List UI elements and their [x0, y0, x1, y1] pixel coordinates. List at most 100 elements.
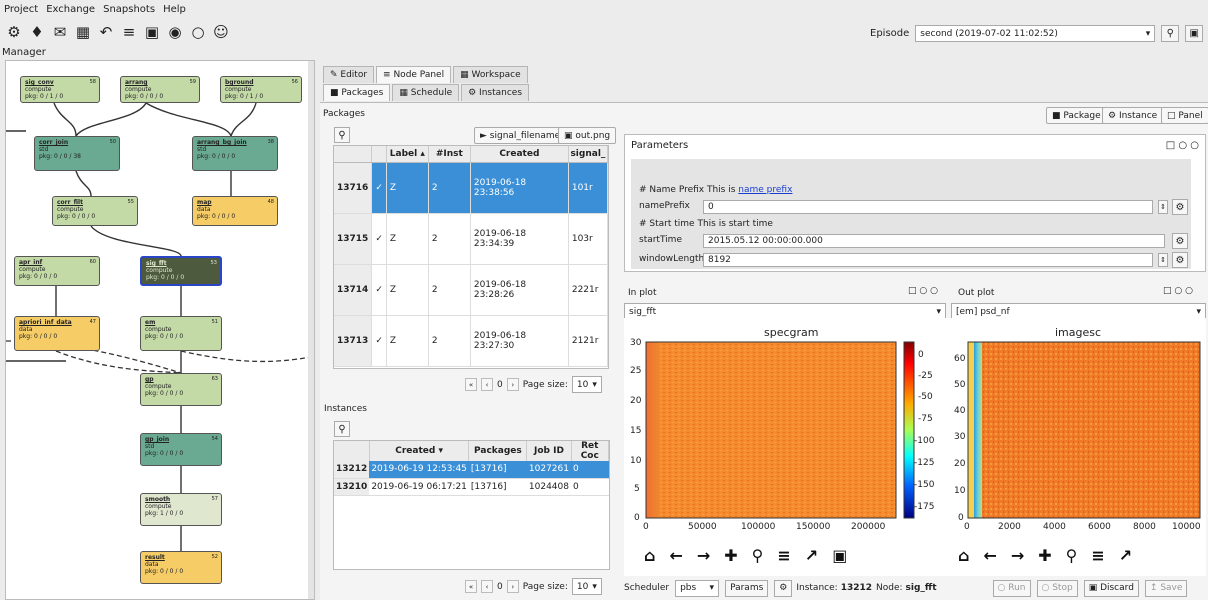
gear-icon[interactable]: ⚙ — [774, 579, 793, 597]
pan-icon[interactable]: ✚ — [724, 546, 737, 565]
undo-icon[interactable]: ↶ — [96, 22, 116, 42]
node-arrang-bg-join[interactable]: arrang_bg_join std pkg: 0 / 0 / 0 38 — [192, 136, 278, 171]
configure-icon[interactable]: ≡ — [777, 546, 790, 565]
sliders-icon[interactable]: ≡ — [119, 22, 139, 42]
gear-icon[interactable]: ⚙ — [1172, 199, 1188, 215]
specgram-plot[interactable]: specgram 30 25 20 15 10 5 0 0 50000 1000… — [624, 318, 950, 576]
home-icon[interactable]: ⌂ — [644, 546, 655, 565]
table-row[interactable]: 13716 ✓ Z 2 2019-06-18 23:38:56 101r — [334, 162, 608, 214]
zoom-icon[interactable]: ⚲ — [752, 546, 764, 565]
page-size-select[interactable]: 10 ▾ — [571, 376, 602, 393]
search-icon[interactable]: ⚲ — [334, 127, 350, 143]
tab-workspace[interactable]: ▦ Workspace — [453, 66, 528, 83]
search-icon[interactable]: ⚲ — [334, 421, 350, 437]
search-icon[interactable]: ⚲ — [1161, 25, 1180, 42]
camera-icon[interactable]: ▣ — [142, 22, 162, 42]
axes-icon[interactable]: ↗ — [1119, 546, 1132, 565]
col-label[interactable]: Label ▴ — [386, 146, 429, 163]
panel-button[interactable]: □ Panel — [1161, 107, 1208, 124]
node-corr-filt[interactable]: corr_filt compute pkg: 0 / 0 / 0 55 — [52, 196, 138, 226]
table-row[interactable]: 13713 ✓ Z 2 2019-06-18 23:27:30 2121r — [334, 315, 608, 367]
node-apr-inf[interactable]: apr_inf compute pkg: 0 / 0 / 0 60 — [14, 256, 100, 286]
save-button[interactable]: ↥ Save — [1144, 579, 1188, 597]
toggle-icon[interactable]: ◉ — [165, 22, 185, 42]
gear-icon[interactable]: ⚙ — [1172, 233, 1188, 249]
name-prefix-link[interactable]: name prefix — [738, 185, 792, 195]
row-checkbox[interactable]: ✓ — [371, 315, 387, 367]
col-packages[interactable]: Packages — [468, 441, 528, 461]
scheduler-select[interactable]: pbs ▾ — [675, 579, 720, 597]
tab-node-panel[interactable]: ≡ Node Panel — [376, 66, 452, 83]
menu-help[interactable]: Help — [163, 4, 186, 15]
window-controls-icon[interactable]: □ ○ ○ — [1166, 140, 1199, 151]
row-checkbox[interactable]: ✓ — [371, 213, 387, 265]
node-smooth[interactable]: smooth compute pkg: 1 / 0 / 0 57 — [140, 493, 222, 526]
tab-schedule[interactable]: ▦ Schedule — [392, 84, 460, 101]
node-corr-join[interactable]: corr_join std pkg: 0 / 0 / 38 50 — [34, 136, 120, 171]
back-icon[interactable]: ← — [983, 546, 996, 565]
prev-page-icon[interactable]: ‹ — [481, 580, 493, 593]
next-page-icon[interactable]: › — [506, 580, 519, 593]
node-sig-fft[interactable]: sig_fft compute pkg: 0 / 0 / 0 53 — [140, 256, 222, 286]
menu-snapshots[interactable]: Snapshots — [103, 4, 155, 15]
episode-combo[interactable]: second (2019-07-02 11:02:52) ▾ — [915, 25, 1156, 42]
col-job-id[interactable]: Job ID — [526, 441, 572, 461]
row-checkbox[interactable]: ✓ — [371, 264, 387, 316]
node-bground[interactable]: bground compute pkg: 0 / 1 / 0 56 — [220, 76, 302, 103]
spin-icon[interactable]: ⇕ — [1158, 200, 1168, 214]
circle-icon[interactable]: ○ — [188, 22, 208, 42]
node-sig-conv[interactable]: sig_conv compute pkg: 0 / 1 / 0 58 — [20, 76, 100, 103]
node-gp[interactable]: gp compute pkg: 0 / 0 / 0 63 — [140, 373, 222, 406]
gear-icon[interactable]: ⚙ — [1172, 252, 1188, 268]
col-created[interactable]: Created ▾ — [369, 441, 470, 461]
table-row[interactable]: 13715 ✓ Z 2 2019-06-18 23:34:39 103r — [334, 213, 608, 265]
network-icon[interactable]: ⚙ — [4, 22, 24, 42]
window-length-input[interactable]: 8192 — [703, 253, 1153, 267]
page-size-select[interactable]: 10 ▾ — [571, 578, 602, 595]
save-icon[interactable]: ▣ — [1185, 25, 1204, 42]
chat-icon[interactable]: ✉ — [50, 22, 70, 42]
instance-button[interactable]: ⚙ Instance — [1102, 107, 1164, 124]
window-controls-icon[interactable]: □ ○ ○ — [908, 286, 938, 296]
tab-packages[interactable]: ■ Packages — [323, 84, 391, 101]
next-page-icon[interactable]: › — [506, 378, 519, 391]
table-row[interactable]: 13212 2019-06-19 12:53:45 [13716] 1027261 0 — [334, 461, 609, 479]
name-prefix-input[interactable]: 0 — [703, 200, 1153, 214]
node-arrang[interactable]: arrang compute pkg: 0 / 0 / 0 59 — [120, 76, 200, 103]
node-apriori-inf-data[interactable]: apriori_inf_data data pkg: 0 / 0 / 0 47 — [14, 316, 100, 351]
axes-icon[interactable]: ↗ — [805, 546, 818, 565]
first-page-icon[interactable]: « — [465, 580, 477, 593]
tab-instances[interactable]: ⚙ Instances — [461, 84, 530, 101]
home-icon[interactable]: ⌂ — [958, 546, 969, 565]
col-signal[interactable]: signal_ — [568, 146, 608, 163]
window-controls-icon[interactable]: □ ○ ○ — [1163, 286, 1193, 296]
start-time-input[interactable]: 2015.05.12 00:00:00.000 — [703, 234, 1165, 248]
col-created[interactable]: Created — [470, 146, 569, 163]
col-inst[interactable]: #Inst — [428, 146, 471, 163]
params-button[interactable]: Params — [725, 579, 769, 597]
save-icon[interactable]: ▣ — [832, 546, 847, 565]
calendar-icon[interactable]: ▦ — [73, 22, 93, 42]
row-checkbox[interactable]: ✓ — [371, 162, 387, 214]
workflow-graph[interactable]: sig_conv compute pkg: 0 / 1 / 0 58 arrang co… — [5, 60, 315, 600]
forward-icon[interactable]: → — [697, 546, 710, 565]
run-button[interactable]: ○ Run — [992, 579, 1031, 597]
gem-icon[interactable]: ♦ — [27, 22, 47, 42]
menu-exchange[interactable]: Exchange — [46, 4, 95, 15]
forward-icon[interactable]: → — [1011, 546, 1024, 565]
table-row[interactable]: 13210 2019-06-19 06:17:21 [13716] 1024408 0 — [334, 478, 609, 496]
zoom-icon[interactable]: ⚲ — [1066, 546, 1078, 565]
graph-scrollbar[interactable] — [308, 61, 314, 599]
tab-editor[interactable]: ✎ Editor — [323, 66, 375, 83]
prev-page-icon[interactable]: ‹ — [481, 378, 493, 391]
signal-filename-button[interactable]: ► signal_filename — [474, 127, 567, 144]
node-em[interactable]: em compute pkg: 0 / 0 / 0 51 — [140, 316, 222, 351]
stop-button[interactable]: ○ Stop — [1036, 579, 1078, 597]
out-png-button[interactable]: ▣ out.png — [558, 127, 617, 144]
configure-icon[interactable]: ≡ — [1091, 546, 1104, 565]
pan-icon[interactable]: ✚ — [1038, 546, 1051, 565]
first-page-icon[interactable]: « — [465, 378, 477, 391]
node-map[interactable]: map data pkg: 0 / 0 / 0 48 — [192, 196, 278, 226]
node-result[interactable]: result data pkg: 0 / 0 / 0 52 — [140, 551, 222, 584]
back-icon[interactable]: ← — [669, 546, 682, 565]
